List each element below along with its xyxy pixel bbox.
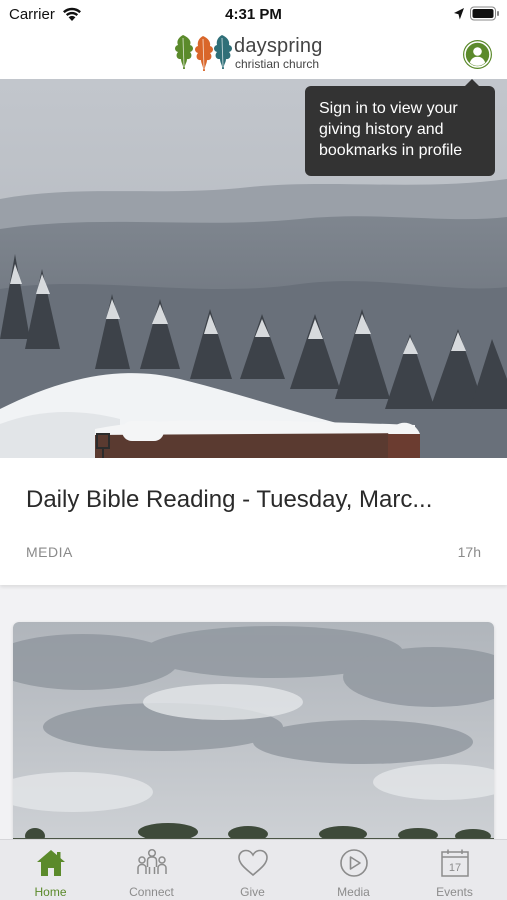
feed-card[interactable] [13,622,494,839]
calendar-icon: 17 [441,849,469,877]
calendar-date: 17 [449,862,461,874]
card-category: MEDIA [26,544,73,560]
heart-icon [238,849,268,877]
tab-label: Media [337,885,370,899]
tab-label: Give [240,885,265,899]
cloudy-sky-photo [13,622,494,839]
people-icon [137,848,167,874]
user-icon [464,41,491,68]
logo-name: dayspring [234,35,323,57]
tab-label: Events [436,885,473,899]
play-icon [340,849,368,877]
tab-give[interactable]: Give [202,840,303,900]
tooltip-arrow [465,79,479,86]
location-arrow-icon [454,8,464,20]
oak-leaves-icon [175,35,232,71]
tab-home[interactable]: Home [0,840,101,900]
tab-media[interactable]: Media [303,840,404,900]
sign-in-tooltip[interactable]: Sign in to view your giving history and … [305,79,495,176]
status-bar: Carrier 4:31 PM [0,0,507,30]
logo-subtitle: christian church [235,57,320,71]
card-timestamp: 17h [457,544,481,560]
card-title[interactable]: Daily Bible Reading - Tuesday, Marc... [26,486,432,514]
tab-label: Home [34,885,67,899]
content-feed[interactable]: Daily Bible Reading - Tuesday, Marc... M… [0,79,507,839]
app-header: dayspring christian church [0,30,507,79]
status-time: 4:31 PM [225,6,282,23]
tab-connect[interactable]: Connect [101,840,202,900]
battery-icon [470,6,499,21]
home-icon [37,850,65,876]
tooltip-text: Sign in to view your giving history and … [319,100,463,159]
tab-events[interactable]: 17 Events [404,840,505,900]
tab-label: Connect [129,885,174,899]
profile-button[interactable] [463,40,492,69]
church-logo[interactable]: dayspring christian church [172,32,337,74]
tab-bar: Home Connect Give Media 17 Events [0,839,507,900]
